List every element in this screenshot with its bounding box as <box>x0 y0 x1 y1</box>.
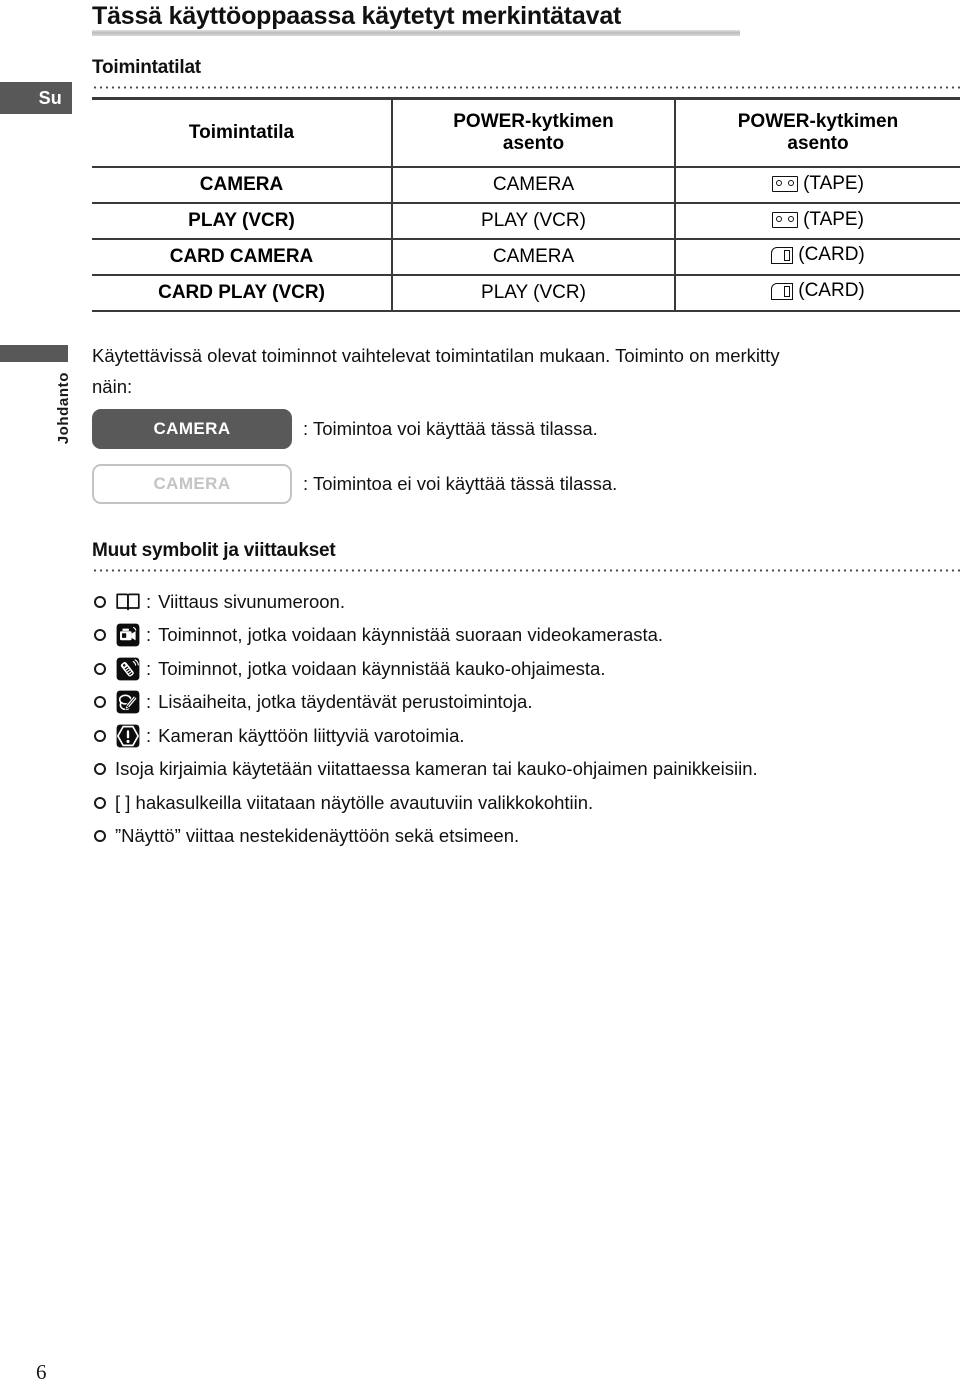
notes-icon <box>115 690 140 715</box>
list-item-colon: : <box>146 691 152 712</box>
camcorder-icon <box>115 623 140 648</box>
cell-mode: PLAY (VCR) <box>92 203 392 240</box>
bullet-dot-icon <box>94 830 106 842</box>
cell-mode: CARD PLAY (VCR) <box>92 275 392 312</box>
column-header-switch-line2: asento <box>502 133 565 154</box>
column-header-mode: Toimintatila <box>92 97 392 168</box>
cell-switch: PLAY (VCR) <box>391 275 675 312</box>
page-number: 6 <box>36 1360 47 1384</box>
card-icon <box>771 282 794 300</box>
column-header-mode-line1: Toimintatila <box>188 121 295 143</box>
table-row: CARD CAMERA CAMERA (CARD) <box>92 239 960 276</box>
tape-icon <box>772 175 799 192</box>
operating-modes-table: Toimintatila POWER-kytkimen asento POWER… <box>92 97 960 312</box>
list-item-label: Viittaus sivunumeroon. <box>158 590 345 612</box>
section-tab-marker <box>0 345 68 362</box>
column-header-switch-line1: POWER-kytkimen <box>453 110 614 132</box>
mode-chip-unavailable-label: CAMERA <box>153 474 231 493</box>
cell-media: (TAPE) <box>674 167 960 204</box>
card-icon <box>771 246 794 264</box>
cell-media: (CARD) <box>674 275 960 312</box>
dotted-rule-modes <box>92 86 960 89</box>
intro-paragraph: Käytettävissä olevat toiminnot vaihtelev… <box>92 345 780 397</box>
cell-media: (TAPE) <box>674 203 960 240</box>
cell-switch: PLAY (VCR) <box>391 203 675 240</box>
section-heading-modes: Toimintatilat <box>92 57 201 78</box>
mode-chip-available: CAMERA <box>92 409 292 449</box>
cell-switch: CAMERA <box>391 239 675 276</box>
remote-icon <box>115 656 140 681</box>
mode-chip-available-label: CAMERA <box>153 419 231 438</box>
cell-media-label: (TAPE) <box>803 172 864 194</box>
list-item-colon: : <box>146 724 152 746</box>
bullet-dot-icon <box>94 796 106 809</box>
cell-media-label: (CARD) <box>798 280 865 302</box>
list-item-label: Toiminnot, jotka voidaan käynnistää suor… <box>158 624 664 645</box>
legend-description-unavailable: : Toimintoa ei voi käyttää tässä tilassa… <box>303 473 618 494</box>
mode-chip-unavailable: CAMERA <box>92 464 292 504</box>
section-heading-symbols: Muut symbolit ja viittaukset <box>92 540 336 561</box>
list-item: : Toiminnot, jotka voidaan käynnistää su… <box>94 620 960 651</box>
legend-row-unavailable: CAMERA : Toimintoa ei voi käyttää tässä … <box>92 463 617 505</box>
legend-description-available: : Toimintoa voi käyttää tässä tilassa. <box>303 418 598 439</box>
bullet-dot-icon <box>94 763 106 775</box>
table-row: CARD PLAY (VCR) PLAY (VCR) (CARD) <box>92 275 960 312</box>
list-item-label: Toiminnot, jotka voidaan käynnistää kauk… <box>158 657 606 679</box>
list-item-label: Kameran käyttöön liittyviä varotoimia. <box>158 724 465 746</box>
language-tab: Su <box>0 82 72 114</box>
list-item-colon: : <box>146 624 152 645</box>
list-item-label: Isoja kirjaimia käytetään viitattaessa k… <box>115 758 758 779</box>
warning-icon <box>115 723 140 748</box>
list-item: Isoja kirjaimia käytetään viitattaessa k… <box>94 754 960 785</box>
symbol-legend-list: : Viittaus sivunumeroon. : Toiminnot, jo… <box>94 586 960 854</box>
bullet-dot-icon <box>94 729 106 742</box>
section-tab-label: Johdanto <box>55 372 72 445</box>
book-icon <box>115 589 140 614</box>
list-item-colon: : <box>146 590 152 612</box>
column-header-media-line1: POWER-kytkimen <box>737 110 899 132</box>
bullet-dot-icon <box>94 696 106 708</box>
table-row: CAMERA CAMERA (TAPE) <box>92 167 960 204</box>
cell-media-label: (CARD) <box>798 244 865 266</box>
column-header-media: POWER-kytkimen asento <box>674 97 960 168</box>
list-item: : Viittaus sivunumeroon. <box>94 586 960 617</box>
title-underline-rule <box>92 30 740 36</box>
list-item-label: ”Näyttö” viittaa nestekidenäyttöön sekä … <box>115 825 520 846</box>
bullet-dot-icon <box>94 662 106 675</box>
column-header-switch: POWER-kytkimen asento <box>391 97 675 168</box>
tape-icon <box>772 211 799 228</box>
dotted-rule-symbols <box>92 569 960 572</box>
page-title: Tässä käyttöoppaassa käytetyt merkintäta… <box>92 2 622 30</box>
language-tab-label: Su <box>38 88 62 108</box>
cell-media-label: (TAPE) <box>803 208 864 230</box>
list-item-label: [ ] hakasulkeilla viitataan näytölle ava… <box>115 791 594 813</box>
list-item: : Kameran käyttöön liittyviä varotoimia. <box>94 720 960 751</box>
list-item: ”Näyttö” viittaa nestekidenäyttöön sekä … <box>94 821 960 852</box>
table-header-row: Toimintatila POWER-kytkimen asento POWER… <box>92 97 960 168</box>
cell-mode: CAMERA <box>92 167 392 204</box>
list-item: : Toiminnot, jotka voidaan käynnistää ka… <box>94 653 960 684</box>
section-tab: Johdanto <box>0 372 72 502</box>
cell-mode: CARD CAMERA <box>92 239 392 276</box>
table-row: PLAY (VCR) PLAY (VCR) (TAPE) <box>92 203 960 240</box>
list-item: [ ] hakasulkeilla viitataan näytölle ava… <box>94 787 960 818</box>
list-item-colon: : <box>146 657 152 679</box>
list-item-label: Lisäaiheita, jotka täydentävät perustoim… <box>158 691 533 712</box>
bullet-dot-icon <box>94 595 106 608</box>
list-item: : Lisäaiheita, jotka täydentävät perusto… <box>94 687 960 718</box>
bullet-dot-icon <box>94 629 106 641</box>
column-header-media-line2: asento <box>787 133 849 154</box>
cell-media: (CARD) <box>674 239 960 276</box>
cell-switch: CAMERA <box>391 167 675 204</box>
page-content: Tässä käyttöoppaassa käytetyt merkintäta… <box>92 0 960 1397</box>
legend-row-available: CAMERA : Toimintoa voi käyttää tässä til… <box>92 408 598 450</box>
